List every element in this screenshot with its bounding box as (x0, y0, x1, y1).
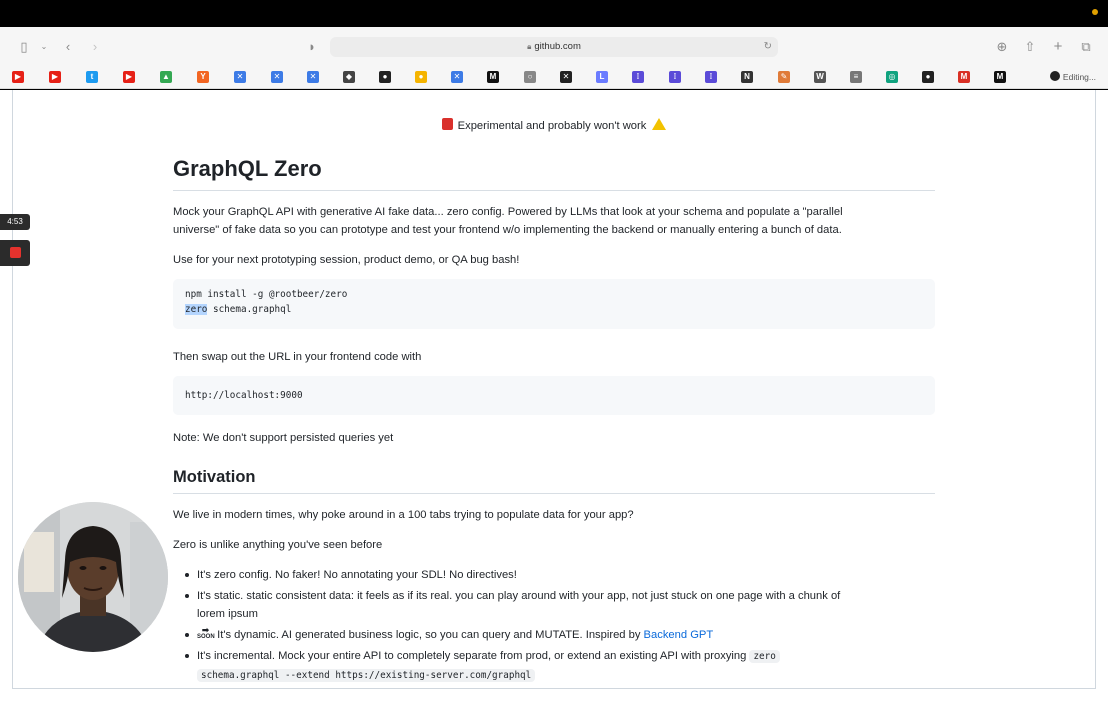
pencil-icon[interactable]: ✎ (778, 71, 790, 83)
stop-icon (10, 247, 21, 258)
divider (173, 493, 935, 494)
stop-recording-button[interactable] (0, 240, 30, 266)
forward-icon[interactable]: › (87, 39, 103, 55)
slack-icon[interactable]: ⁞ (705, 71, 717, 83)
sidebar-toggle-icon[interactable]: ▯ (16, 39, 32, 55)
frame-border (12, 90, 13, 688)
google-drive-icon[interactable]: ▲ (160, 71, 172, 83)
recording-timer: 4:53 (0, 214, 30, 230)
bookmark-icon[interactable]: ● (415, 71, 427, 83)
github-readme-page: Experimental and probably won't work Gra… (0, 90, 1108, 720)
linear-icon[interactable]: L (596, 71, 608, 83)
share-icon[interactable]: ⇧ (1022, 39, 1038, 55)
feature-list: It's zero config. No faker! No annotatin… (185, 566, 925, 688)
webcam-overlay (18, 502, 168, 652)
tab-overview-icon[interactable]: ⧉ (1078, 39, 1094, 55)
url-text: github.com (534, 41, 581, 52)
warning-icon (652, 118, 667, 130)
recording-indicator-icon (1092, 9, 1098, 15)
youtube-icon[interactable]: ▶ (49, 71, 61, 83)
swap-text: Then swap out the URL in your frontend c… (173, 351, 422, 363)
youtube-icon[interactable]: ▶ (12, 71, 24, 83)
backend-gpt-link[interactable]: Backend GPT (644, 629, 714, 641)
x-icon[interactable]: ✕ (271, 71, 283, 83)
frame-border (12, 688, 1096, 689)
github-icon[interactable]: ● (379, 71, 391, 83)
github-icon (1049, 71, 1060, 81)
experimental-banner: Experimental and probably won't work (173, 117, 935, 135)
wikipedia-icon[interactable]: W (814, 71, 826, 83)
x-icon[interactable]: ✕ (560, 71, 572, 83)
slack-icon[interactable]: ⁞ (632, 71, 644, 83)
medium-icon[interactable]: M (994, 71, 1006, 83)
reload-icon[interactable]: ↻ (764, 37, 772, 57)
notion-icon[interactable]: N (741, 71, 753, 83)
new-tab-icon[interactable]: + (1050, 39, 1066, 55)
slack-icon[interactable]: ⁞ (669, 71, 681, 83)
back-icon[interactable]: ‹ (60, 39, 76, 55)
frame-border (1095, 90, 1096, 688)
chevron-down-icon[interactable]: ⌄ (36, 39, 52, 55)
gear-icon[interactable]: ○ (524, 71, 536, 83)
figma-icon[interactable]: ◆ (343, 71, 355, 83)
note-text: Note: We don't support persisted queries… (173, 432, 394, 444)
divider (173, 190, 935, 191)
x-icon[interactable]: ✕ (451, 71, 463, 83)
use-for-text: Use for your next prototyping session, p… (173, 254, 520, 266)
page-title: GraphQL Zero (173, 156, 322, 181)
youtube-icon[interactable]: ▶ (123, 71, 135, 83)
localhost-code-block[interactable]: http://localhost:9000 (173, 376, 935, 415)
list-item: It's static. static consistent data: it … (185, 587, 925, 623)
medium-icon[interactable]: M (487, 71, 499, 83)
shield-icon[interactable]: ◗ (304, 39, 320, 55)
selected-text: zero (185, 304, 208, 315)
list-item: It's incremental. Mock your entire API t… (185, 647, 925, 685)
download-icon[interactable]: ⊕ (994, 39, 1010, 55)
menu-bar (0, 0, 1108, 27)
favorites-bar: Editing... ▶ ▶ t ▶ ▲ Y ✕ ✕ ✕ ◆ ● ● ✕ M ○ ✕ L ⁞ ⁞ ⁞ N ✎ W ≡ ◎ ● M M (0, 67, 1108, 89)
gmail-icon[interactable]: M (958, 71, 970, 83)
list-icon[interactable]: ≡ (850, 71, 862, 83)
twitter-icon[interactable]: t (86, 71, 98, 83)
github-icon[interactable]: ● (922, 71, 934, 83)
x-icon[interactable]: ✕ (234, 71, 246, 83)
ycombinator-icon[interactable]: Y (197, 71, 209, 83)
siren-icon (441, 118, 453, 130)
motivation-paragraph: We live in modern times, why poke around… (173, 509, 634, 521)
intro-paragraph: Mock your GraphQL API with generative AI… (173, 206, 843, 236)
openai-icon[interactable]: ◎ (886, 71, 898, 83)
install-code-block[interactable]: npm install -g @rootbeer/zero zero schem… (173, 279, 935, 329)
list-item: ➡ SOON It's dynamic. AI generated busines… (185, 626, 925, 644)
tab-editing[interactable]: Editing... (1049, 71, 1096, 83)
address-bar[interactable]: 🔒︎ github.com ↻ (330, 37, 778, 57)
motivation-paragraph: Zero is unlike anything you've seen befo… (173, 539, 383, 551)
person-avatar (18, 502, 168, 652)
list-item: It's zero config. No faker! No annotatin… (185, 566, 925, 584)
soon-arrow-icon: ➡ SOON (197, 625, 215, 641)
section-title-motivation: Motivation (173, 468, 256, 486)
lock-icon: 🔒︎ (527, 42, 532, 51)
x-icon[interactable]: ✕ (307, 71, 319, 83)
